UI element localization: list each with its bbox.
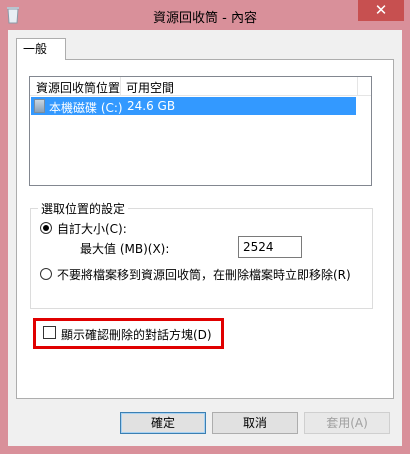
close-icon: ✕ <box>374 1 388 19</box>
tab-general[interactable]: 一般 <box>16 38 66 60</box>
group-title: 選取位置的設定 <box>38 200 129 217</box>
column-divider <box>120 77 121 95</box>
close-button[interactable]: ✕ <box>358 0 404 21</box>
ok-button[interactable]: 確定 <box>120 412 206 434</box>
column-header-location[interactable]: 資源回收筒位置 <box>36 79 120 96</box>
delete-immediately-radio[interactable] <box>40 268 52 280</box>
dialog-client: 一般 資源回收筒位置 可用空間 本機磁碟 (C:) 24.6 GB 選取位置的設… <box>8 30 402 446</box>
location-list[interactable]: 資源回收筒位置 可用空間 本機磁碟 (C:) 24.6 GB <box>29 76 372 186</box>
window-title: 資源回收筒 - 內容 <box>153 11 257 26</box>
apply-button[interactable]: 套用(A) <box>304 412 390 434</box>
properties-window: 資源回收筒 - 內容 ✕ 一般 資源回收筒位置 可用空間 本機磁碟 (C:) 2… <box>0 0 410 454</box>
list-header: 資源回收筒位置 可用空間 <box>30 77 371 96</box>
confirm-delete-checkbox[interactable] <box>43 326 56 339</box>
list-item-free-space: 24.6 GB <box>127 99 176 113</box>
custom-size-label[interactable]: 自訂大小(C): <box>57 220 127 237</box>
max-size-input[interactable] <box>238 236 302 258</box>
custom-size-radio[interactable] <box>40 222 52 234</box>
delete-immediately-label[interactable]: 不要將檔案移到資源回收筒，在刪除檔案時立即移除(R) <box>57 266 351 283</box>
max-size-label: 最大值 (MB)(X): <box>80 242 170 256</box>
cancel-button[interactable]: 取消 <box>212 412 298 434</box>
list-item[interactable]: 本機磁碟 (C:) 24.6 GB <box>31 97 356 115</box>
column-divider <box>357 77 358 95</box>
column-header-free-space[interactable]: 可用空間 <box>126 79 174 96</box>
drive-icon <box>34 99 45 113</box>
list-item-location: 本機磁碟 (C:) <box>49 101 123 115</box>
title-bar[interactable]: 資源回收筒 - 內容 ✕ <box>0 0 410 30</box>
confirm-delete-label[interactable]: 顯示確認刪除的對話方塊(D) <box>61 326 212 343</box>
